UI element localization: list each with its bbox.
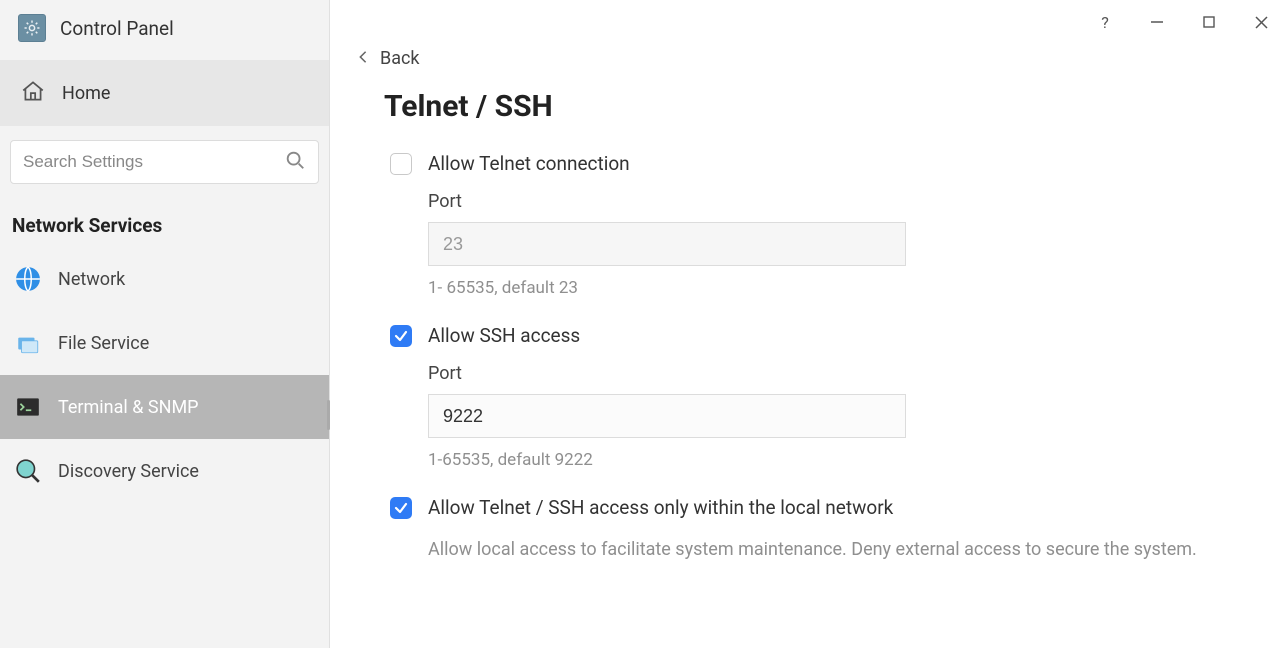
telnet-port-group: Port 1- 65535, default 23: [428, 191, 1245, 298]
option-telnet: Allow Telnet connection: [390, 152, 1245, 175]
ssh-port-hint: 1-65535, default 9222: [428, 450, 1245, 470]
sidebar: Control Panel Home Network Services: [0, 0, 330, 648]
sidebar-section-header: Network Services: [0, 188, 329, 247]
sidebar-home-label: Home: [62, 83, 110, 104]
maximize-button[interactable]: [1195, 8, 1223, 36]
checkbox-ssh[interactable]: [390, 325, 412, 347]
local-only-description: Allow local access to facilitate system …: [428, 535, 1218, 566]
search-wrap: [0, 126, 329, 188]
sidebar-item-label: Discovery Service: [58, 461, 199, 482]
main-panel: ? Back Telnet / SSH Allow Telnet connect…: [330, 0, 1285, 648]
sidebar-item-file-service[interactable]: File Service: [0, 311, 329, 375]
telnet-port-label: Port: [428, 191, 1245, 212]
minimize-button[interactable]: [1143, 8, 1171, 36]
page-title: Telnet / SSH: [384, 89, 1245, 124]
search-input[interactable]: [23, 152, 284, 172]
magnifier-icon: [14, 457, 42, 485]
back-label: Back: [380, 48, 420, 69]
sidebar-item-network[interactable]: Network: [0, 247, 329, 311]
close-button[interactable]: [1247, 8, 1275, 36]
sidebar-item-label: Network: [58, 269, 125, 290]
sidebar-item-label: File Service: [58, 333, 149, 354]
ssh-port-group: Port 1-65535, default 9222: [428, 363, 1245, 470]
telnet-port-hint: 1- 65535, default 23: [428, 278, 1245, 298]
telnet-port-input[interactable]: [428, 222, 906, 266]
checkbox-telnet[interactable]: [390, 153, 412, 175]
chevron-left-icon: [356, 48, 370, 69]
search-icon: [284, 149, 306, 175]
app-title: Control Panel: [60, 17, 174, 40]
globe-icon: [14, 265, 42, 293]
sidebar-item-label: Terminal & SNMP: [58, 397, 199, 418]
window-controls: ?: [1091, 8, 1275, 36]
checkbox-local-only[interactable]: [390, 497, 412, 519]
folder-icon: [14, 329, 42, 357]
back-button[interactable]: Back: [356, 48, 1245, 69]
help-button[interactable]: ?: [1091, 8, 1119, 36]
home-icon: [20, 78, 46, 108]
app-title-row: Control Panel: [0, 0, 329, 60]
search-box[interactable]: [10, 140, 319, 184]
option-ssh-label: Allow SSH access: [428, 324, 580, 347]
terminal-icon: [14, 393, 42, 421]
option-telnet-label: Allow Telnet connection: [428, 152, 630, 175]
option-ssh: Allow SSH access: [390, 324, 1245, 347]
sidebar-item-terminal-snmp[interactable]: Terminal & SNMP: [0, 375, 329, 439]
ssh-port-input[interactable]: [428, 394, 906, 438]
ssh-port-label: Port: [428, 363, 1245, 384]
app-icon: [18, 14, 46, 42]
option-local-only-label: Allow Telnet / SSH access only within th…: [428, 496, 893, 519]
option-local-only: Allow Telnet / SSH access only within th…: [390, 496, 1245, 519]
sidebar-item-discovery[interactable]: Discovery Service: [0, 439, 329, 503]
form-area: Allow Telnet connection Port 1- 65535, d…: [390, 152, 1245, 566]
sidebar-home[interactable]: Home: [0, 60, 329, 126]
content: Back Telnet / SSH Allow Telnet connectio…: [330, 0, 1285, 566]
